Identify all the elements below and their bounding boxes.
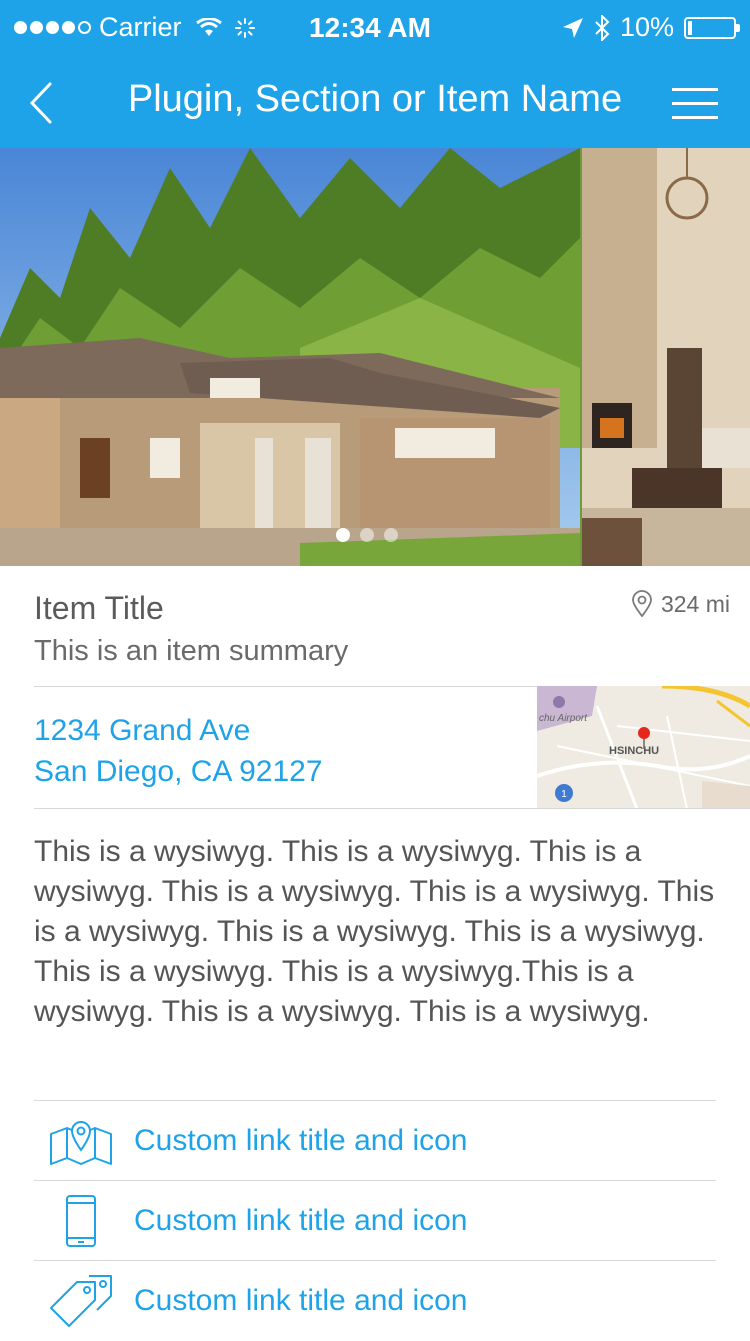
map-route-number: 1 xyxy=(561,789,567,800)
item-title: Item Title xyxy=(34,590,164,626)
navigation-bar: Plugin, Section or Item Name xyxy=(0,58,750,148)
map-city-label: HSINCHU xyxy=(609,745,659,757)
custom-link-3[interactable]: Custom link title and icon xyxy=(34,1261,716,1341)
phone-icon xyxy=(46,1193,116,1249)
battery-percent: 10% xyxy=(619,12,674,42)
distance-text: 324 mi xyxy=(660,590,730,617)
location-pin-icon xyxy=(632,590,652,618)
custom-link-label: Custom link title and icon xyxy=(134,1124,468,1157)
carousel-pager[interactable] xyxy=(336,528,398,542)
location-arrow-icon xyxy=(562,17,583,38)
address-link[interactable]: 1234 Grand Ave San Diego, CA 92127 xyxy=(34,710,323,792)
custom-link-label: Custom link title and icon xyxy=(134,1284,468,1317)
custom-link-2[interactable]: Custom link title and icon xyxy=(34,1181,716,1261)
item-header: Item Title This is an item summary xyxy=(34,590,734,668)
pager-dot-3[interactable] xyxy=(384,528,398,542)
status-bar: Carrier 12:34 AM 10% xyxy=(0,0,750,58)
tags-icon xyxy=(46,1273,116,1329)
map-pin-icon xyxy=(46,1113,116,1169)
custom-link-1[interactable]: Custom link title and icon xyxy=(34,1101,716,1181)
address-line-2: San Diego, CA 92127 xyxy=(34,755,323,788)
pager-dot-1[interactable] xyxy=(336,528,350,542)
hamburger-menu-icon[interactable] xyxy=(672,88,718,120)
address-line-1: 1234 Grand Ave xyxy=(34,714,251,747)
pager-dot-2[interactable] xyxy=(360,528,374,542)
page-title: Plugin, Section or Item Name xyxy=(127,78,623,120)
custom-link-label: Custom link title and icon xyxy=(134,1204,468,1237)
divider xyxy=(34,808,750,809)
map-pin-icon xyxy=(638,727,650,739)
battery-icon xyxy=(684,16,740,39)
item-summary: This is an item summary xyxy=(34,635,349,667)
carousel-image-house xyxy=(0,148,580,566)
image-carousel[interactable] xyxy=(0,148,750,566)
carousel-image-interior xyxy=(582,148,750,566)
map-graphic: 1 chu Airport HSINCHU xyxy=(537,686,750,809)
bluetooth-icon xyxy=(595,14,610,41)
map-thumbnail[interactable]: 1 chu Airport HSINCHU xyxy=(537,686,750,809)
status-right: 10% xyxy=(562,12,740,43)
distance-indicator: 324 mi xyxy=(631,590,730,618)
map-airport-label: chu Airport xyxy=(539,713,588,724)
description-text: This is a wysiwyg. This is a wysiwyg. Th… xyxy=(34,835,715,1028)
